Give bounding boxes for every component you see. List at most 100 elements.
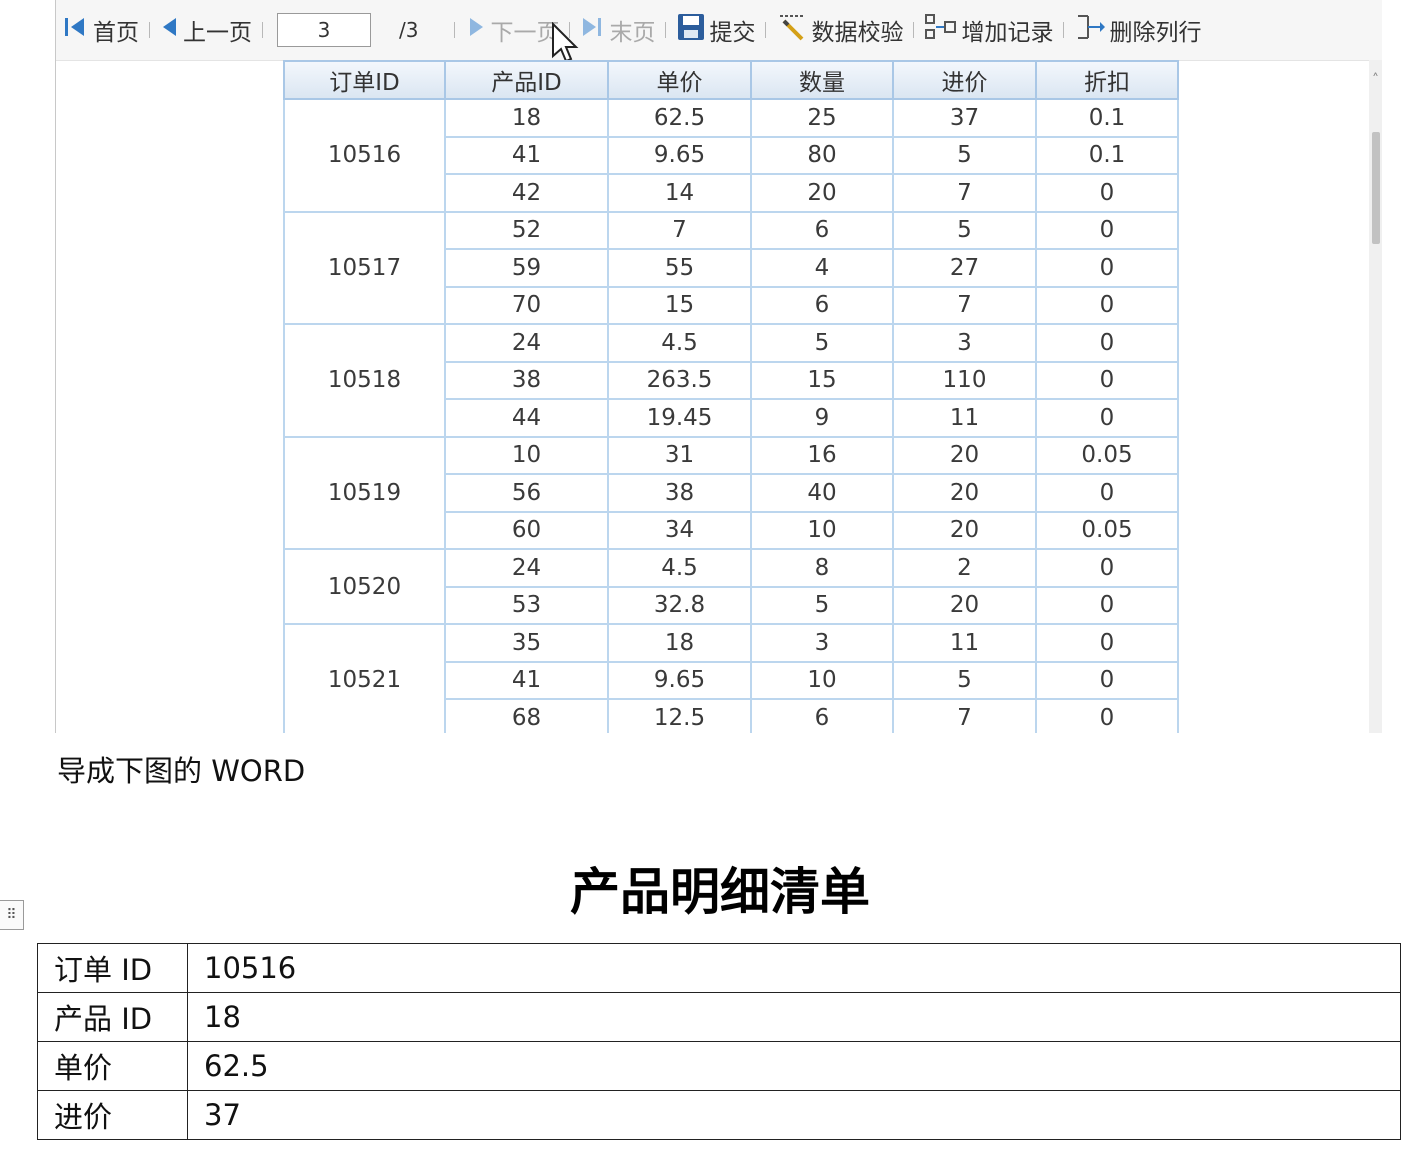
table-cell[interactable]: 38 bbox=[607, 473, 752, 513]
column-header[interactable]: 进价 bbox=[892, 60, 1037, 100]
table-cell[interactable]: 38 bbox=[444, 360, 609, 400]
next-page-button[interactable]: 下一页 bbox=[465, 10, 559, 50]
table-cell[interactable]: 263.5 bbox=[607, 360, 752, 400]
order-id-cell[interactable]: 10517 bbox=[283, 210, 446, 325]
table-cell[interactable]: 10 bbox=[444, 435, 609, 475]
submit-button[interactable]: 提交 bbox=[676, 10, 755, 50]
table-cell[interactable]: 0.1 bbox=[1035, 98, 1179, 138]
table-cell[interactable]: 10 bbox=[750, 660, 894, 700]
table-cell[interactable]: 0 bbox=[1035, 585, 1179, 625]
table-cell[interactable]: 10 bbox=[750, 510, 894, 550]
table-cell[interactable]: 0 bbox=[1035, 248, 1179, 288]
table-cell[interactable]: 15 bbox=[607, 285, 752, 325]
delete-row-button[interactable]: 删除列行 bbox=[1074, 10, 1201, 50]
table-cell[interactable]: 9 bbox=[750, 398, 894, 438]
table-cell[interactable]: 9.65 bbox=[607, 135, 752, 175]
table-cell[interactable]: 59 bbox=[444, 248, 609, 288]
table-cell[interactable]: 2 bbox=[892, 548, 1037, 588]
table-cell[interactable]: 53 bbox=[444, 585, 609, 625]
first-page-button[interactable]: 首页 bbox=[64, 10, 139, 50]
table-cell[interactable]: 8 bbox=[750, 548, 894, 588]
table-cell[interactable]: 15 bbox=[750, 360, 894, 400]
table-cell[interactable]: 20 bbox=[750, 173, 894, 213]
table-cell[interactable]: 0.1 bbox=[1035, 135, 1179, 175]
table-cell[interactable]: 6 bbox=[750, 210, 894, 250]
table-cell[interactable]: 5 bbox=[892, 210, 1037, 250]
table-cell[interactable]: 62.5 bbox=[607, 98, 752, 138]
table-cell[interactable]: 34 bbox=[607, 510, 752, 550]
column-header[interactable]: 折扣 bbox=[1035, 60, 1179, 100]
table-cell[interactable]: 5 bbox=[892, 135, 1037, 175]
table-cell[interactable]: 20 bbox=[892, 585, 1037, 625]
table-cell[interactable]: 0 bbox=[1035, 660, 1179, 700]
table-cell[interactable]: 0 bbox=[1035, 210, 1179, 250]
prev-page-button[interactable]: 上一页 bbox=[160, 10, 252, 50]
table-cell[interactable]: 55 bbox=[607, 248, 752, 288]
table-cell[interactable]: 24 bbox=[444, 323, 609, 363]
table-cell[interactable]: 35 bbox=[444, 623, 609, 663]
order-id-cell[interactable]: 10518 bbox=[283, 323, 446, 438]
table-cell[interactable]: 42 bbox=[444, 173, 609, 213]
scroll-up-icon[interactable]: ˄ bbox=[1372, 72, 1379, 88]
table-cell[interactable]: 0 bbox=[1035, 360, 1179, 400]
table-cell[interactable]: 0 bbox=[1035, 173, 1179, 213]
table-cell[interactable]: 7 bbox=[892, 173, 1037, 213]
page-number-input[interactable] bbox=[277, 13, 371, 47]
table-cell[interactable]: 31 bbox=[607, 435, 752, 475]
table-cell[interactable]: 0 bbox=[1035, 285, 1179, 325]
table-cell[interactable]: 14 bbox=[607, 173, 752, 213]
table-move-handle[interactable]: ⠿ bbox=[0, 900, 24, 930]
table-cell[interactable]: 0.05 bbox=[1035, 510, 1179, 550]
last-page-button[interactable]: 末页 bbox=[580, 10, 655, 50]
table-cell[interactable]: 37 bbox=[892, 98, 1037, 138]
table-cell[interactable]: 20 bbox=[892, 510, 1037, 550]
table-cell[interactable]: 0 bbox=[1035, 698, 1179, 733]
table-cell[interactable]: 0 bbox=[1035, 398, 1179, 438]
table-cell[interactable]: 12.5 bbox=[607, 698, 752, 733]
table-cell[interactable]: 70 bbox=[444, 285, 609, 325]
order-id-cell[interactable]: 10521 bbox=[283, 623, 446, 733]
table-cell[interactable]: 6 bbox=[750, 698, 894, 733]
order-id-cell[interactable]: 10520 bbox=[283, 548, 446, 625]
table-cell[interactable]: 3 bbox=[750, 623, 894, 663]
table-cell[interactable]: 9.65 bbox=[607, 660, 752, 700]
table-cell[interactable]: 0 bbox=[1035, 323, 1179, 363]
table-cell[interactable]: 5 bbox=[750, 585, 894, 625]
table-cell[interactable]: 0 bbox=[1035, 623, 1179, 663]
table-cell[interactable]: 41 bbox=[444, 135, 609, 175]
table-cell[interactable]: 60 bbox=[444, 510, 609, 550]
table-cell[interactable]: 80 bbox=[750, 135, 894, 175]
table-cell[interactable]: 56 bbox=[444, 473, 609, 513]
table-cell[interactable]: 0.05 bbox=[1035, 435, 1179, 475]
table-cell[interactable]: 16 bbox=[750, 435, 894, 475]
table-cell[interactable]: 3 bbox=[892, 323, 1037, 363]
table-cell[interactable]: 25 bbox=[750, 98, 894, 138]
table-cell[interactable]: 20 bbox=[892, 435, 1037, 475]
table-cell[interactable]: 40 bbox=[750, 473, 894, 513]
table-cell[interactable]: 110 bbox=[892, 360, 1037, 400]
table-cell[interactable]: 7 bbox=[607, 210, 752, 250]
table-cell[interactable]: 27 bbox=[892, 248, 1037, 288]
table-cell[interactable]: 41 bbox=[444, 660, 609, 700]
column-header[interactable]: 数量 bbox=[750, 60, 894, 100]
order-id-cell[interactable]: 10519 bbox=[283, 435, 446, 550]
column-header[interactable]: 单价 bbox=[607, 60, 752, 100]
add-record-button[interactable]: 增加记录 bbox=[924, 10, 1053, 50]
table-cell[interactable]: 11 bbox=[892, 623, 1037, 663]
validate-button[interactable]: 数据校验 bbox=[776, 10, 903, 50]
table-cell[interactable]: 52 bbox=[444, 210, 609, 250]
table-cell[interactable]: 18 bbox=[607, 623, 752, 663]
table-cell[interactable]: 18 bbox=[444, 98, 609, 138]
table-cell[interactable]: 0 bbox=[1035, 473, 1179, 513]
table-cell[interactable]: 19.45 bbox=[607, 398, 752, 438]
table-cell[interactable]: 11 bbox=[892, 398, 1037, 438]
order-id-cell[interactable]: 10516 bbox=[283, 98, 446, 213]
table-cell[interactable]: 24 bbox=[444, 548, 609, 588]
column-header[interactable]: 订单ID bbox=[283, 60, 446, 100]
table-cell[interactable]: 5 bbox=[750, 323, 894, 363]
table-cell[interactable]: 32.8 bbox=[607, 585, 752, 625]
table-cell[interactable]: 0 bbox=[1035, 548, 1179, 588]
table-cell[interactable]: 7 bbox=[892, 698, 1037, 733]
scrollbar-thumb[interactable] bbox=[1372, 132, 1380, 244]
table-cell[interactable]: 4.5 bbox=[607, 548, 752, 588]
